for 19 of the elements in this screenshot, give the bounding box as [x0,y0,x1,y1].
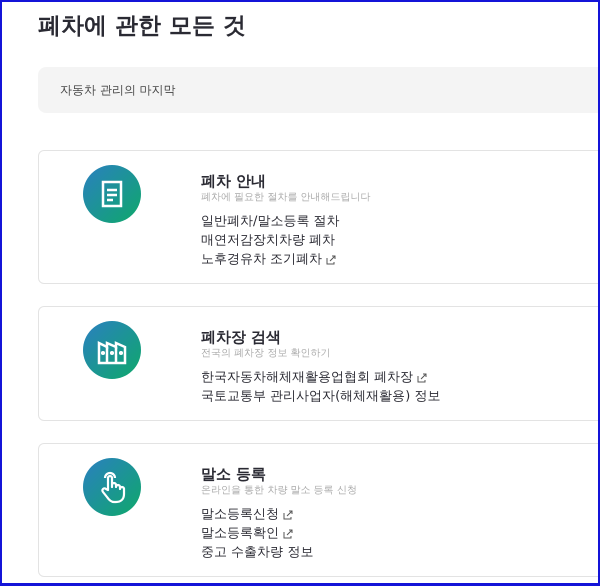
section-link[interactable]: 중고 수출차량 정보 [201,543,314,562]
section-heading: 말소 등록 [201,464,268,484]
section-link[interactable]: 한국자동차해체재활용업협회 폐차장 [201,368,414,387]
pointing-hand-icon [83,458,141,516]
document-icon [83,165,141,223]
section-link[interactable]: 말소등록신청 [201,505,279,524]
banner-text: 자동차 관리의 마지막 [60,82,176,98]
factory-icon [83,321,141,379]
section-link[interactable]: 일반폐차/말소등록 절차 [201,212,340,231]
section-heading: 폐차장 검색 [201,327,282,347]
section-link[interactable]: 노후경유차 조기폐차 [201,250,322,269]
section-subtitle: 전국의 폐차장 정보 확인하기 [201,347,332,361]
section-link[interactable]: 국토교통부 관리사업자(해체재활용) 정보 [201,387,440,406]
page-title: 폐차에 관한 모든 것 [38,12,248,41]
section-link[interactable]: 매연저감장치차량 폐차 [201,231,336,250]
section-subtitle: 온라인을 통한 차량 말소 등록 신청 [201,484,357,498]
section-heading: 폐차 안내 [201,171,268,191]
section-subtitle: 폐차에 필요한 절차를 안내해드립니다 [201,191,371,205]
section-link[interactable]: 말소등록확인 [201,524,279,543]
